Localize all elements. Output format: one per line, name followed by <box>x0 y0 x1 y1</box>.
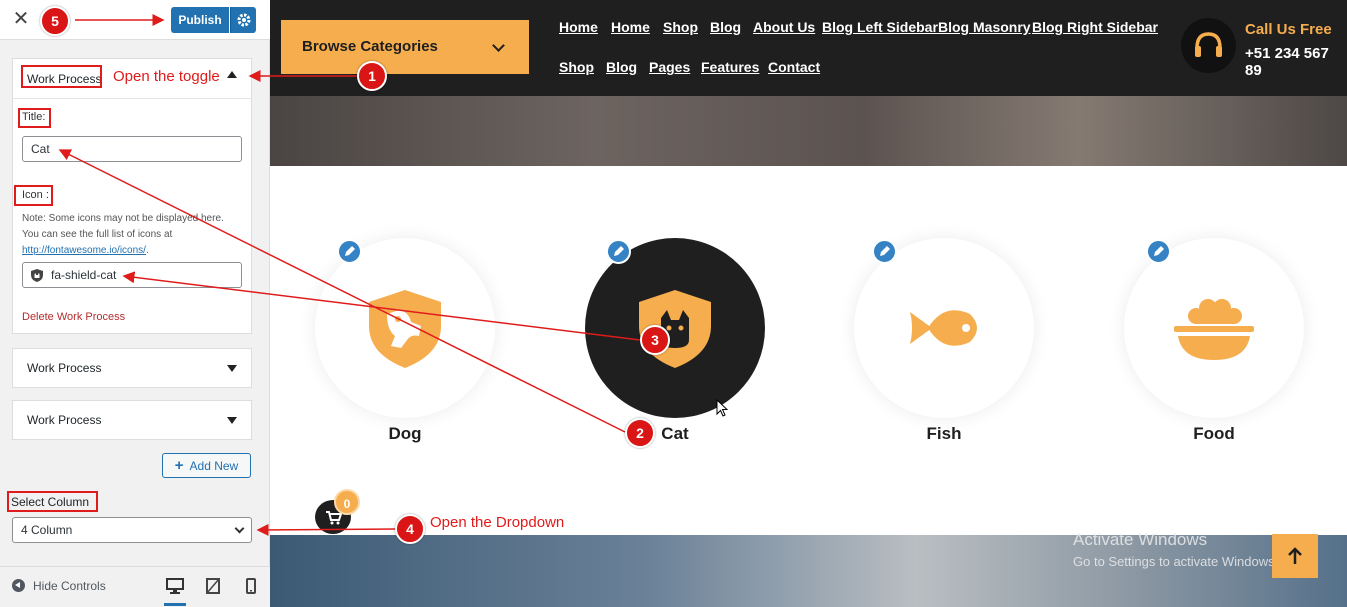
highlight-icon-label <box>14 185 53 206</box>
highlight-title-label <box>18 108 51 128</box>
category-dog[interactable] <box>315 238 495 418</box>
step-badge-1: 1 <box>357 61 387 91</box>
browse-categories-label: Browse Categories <box>302 38 438 55</box>
bowl-food-icon <box>1174 299 1254 360</box>
step-badge-5: 5 <box>40 6 70 36</box>
icon-input[interactable]: fa-shield-cat <box>22 262 242 288</box>
nav-blog-masonry[interactable]: Blog Masonry <box>938 19 1031 35</box>
pencil-icon <box>1154 246 1164 256</box>
close-icon[interactable]: ✕ <box>10 8 32 30</box>
category-food[interactable] <box>1124 238 1304 418</box>
customizer-panel: ✕ Publish Work Process Title: Cat Icon :… <box>0 0 270 607</box>
category-cat[interactable] <box>585 238 765 418</box>
nav-about-us[interactable]: About Us <box>753 19 815 35</box>
callout-open-toggle: Open the toggle <box>113 68 220 85</box>
nav-blog-2[interactable]: Blog <box>606 59 637 75</box>
mobile-icon <box>246 578 256 594</box>
pencil-icon <box>880 246 890 256</box>
edit-shortcut-cat[interactable] <box>606 239 631 264</box>
hide-controls-button[interactable]: Hide Controls <box>12 579 106 593</box>
chevron-down-icon <box>234 523 245 534</box>
section-title: Work Process <box>27 413 102 427</box>
note-link-suffix: . <box>145 245 149 256</box>
hero-image <box>270 96 1347 166</box>
nav-features[interactable]: Features <box>701 59 759 75</box>
category-name-food[interactable]: Food <box>1124 424 1304 444</box>
mobile-preview-button[interactable] <box>240 577 262 597</box>
note-line-1: Note: Some icons may not be displayed he… <box>22 213 224 224</box>
tablet-preview-button[interactable] <box>202 577 224 597</box>
icon-input-value: fa-shield-cat <box>51 268 117 282</box>
hide-controls-label: Hide Controls <box>33 579 106 593</box>
work-process-section-3[interactable]: Work Process <box>12 400 252 440</box>
chevron-down-icon <box>492 39 505 52</box>
desktop-icon <box>166 578 184 594</box>
collapse-arrow-icon <box>227 71 237 78</box>
mouse-cursor-icon <box>716 399 729 417</box>
publish-settings-button[interactable] <box>230 7 256 33</box>
plus-icon: + <box>174 457 184 474</box>
section-title: Work Process <box>27 361 102 375</box>
edit-shortcut-dog[interactable] <box>337 239 362 264</box>
tablet-icon <box>206 578 220 594</box>
highlight-select-column <box>7 491 98 512</box>
windows-watermark-subtitle: Go to Settings to activate Windows. <box>1073 554 1279 569</box>
pencil-icon <box>614 246 624 256</box>
gear-icon <box>237 13 251 27</box>
publish-button[interactable]: Publish <box>171 7 229 33</box>
collapse-icon <box>12 579 25 592</box>
windows-watermark-title: Activate Windows <box>1073 530 1208 549</box>
nav-blog-right-sidebar[interactable]: Blog Right Sidebar <box>1032 19 1158 35</box>
panel-footer: Hide Controls <box>0 566 270 607</box>
call-us-number[interactable]: +51 234 567 89 <box>1245 45 1347 79</box>
callout-open-dropdown: Open the Dropdown <box>430 514 565 531</box>
fish-icon <box>910 310 977 346</box>
category-name-dog[interactable]: Dog <box>315 424 495 444</box>
highlight-work-process <box>21 65 102 88</box>
delete-work-process-link[interactable]: Delete Work Process <box>22 311 125 323</box>
nav-blog-left-sidebar[interactable]: Blog Left Sidebar <box>822 19 938 35</box>
nav-blog[interactable]: Blog <box>710 19 741 35</box>
shield-dog-icon <box>369 290 441 368</box>
nav-home[interactable]: Home <box>559 19 598 35</box>
browse-categories-button[interactable]: Browse Categories <box>281 20 529 74</box>
category-name-cat[interactable]: Cat <box>585 424 765 444</box>
cart-count-badge: 0 <box>334 489 360 515</box>
icon-note: Note: Some icons may not be displayed he… <box>22 211 244 259</box>
nav-pages[interactable]: Pages <box>649 59 690 75</box>
nav-shop-2[interactable]: Shop <box>559 59 594 75</box>
headset-icon <box>1181 18 1236 73</box>
nav-contact[interactable]: Contact <box>768 59 820 75</box>
step-badge-2: 2 <box>625 418 655 448</box>
add-new-button[interactable]: + Add New <box>162 453 251 478</box>
fontawesome-link[interactable]: http://fontawesome.io/icons/ <box>22 245 146 256</box>
call-us-label: Call Us Free <box>1245 21 1332 38</box>
edit-shortcut-food[interactable] <box>1146 239 1171 264</box>
expand-arrow-icon <box>227 365 237 372</box>
desktop-preview-button[interactable] <box>164 577 186 606</box>
title-input[interactable]: Cat <box>22 136 242 162</box>
work-process-section-2[interactable]: Work Process <box>12 348 252 388</box>
step-badge-3: 3 <box>640 325 670 355</box>
step-badge-4: 4 <box>395 514 425 544</box>
arrow-up-icon <box>1288 547 1302 564</box>
add-new-label: Add New <box>189 459 239 473</box>
edit-shortcut-fish[interactable] <box>872 239 897 264</box>
nav-shop[interactable]: Shop <box>663 19 698 35</box>
select-column-dropdown[interactable]: 4 Column <box>12 517 252 543</box>
nav-home-2[interactable]: Home <box>611 19 650 35</box>
category-name-fish[interactable]: Fish <box>854 424 1034 444</box>
select-column-value: 4 Column <box>21 523 73 537</box>
scroll-to-top-button[interactable] <box>1272 534 1318 578</box>
pencil-icon <box>345 246 355 256</box>
shield-cat-icon <box>31 269 43 282</box>
expand-arrow-icon <box>227 417 237 424</box>
note-line-2: You can see the full list of icons at <box>22 229 173 240</box>
